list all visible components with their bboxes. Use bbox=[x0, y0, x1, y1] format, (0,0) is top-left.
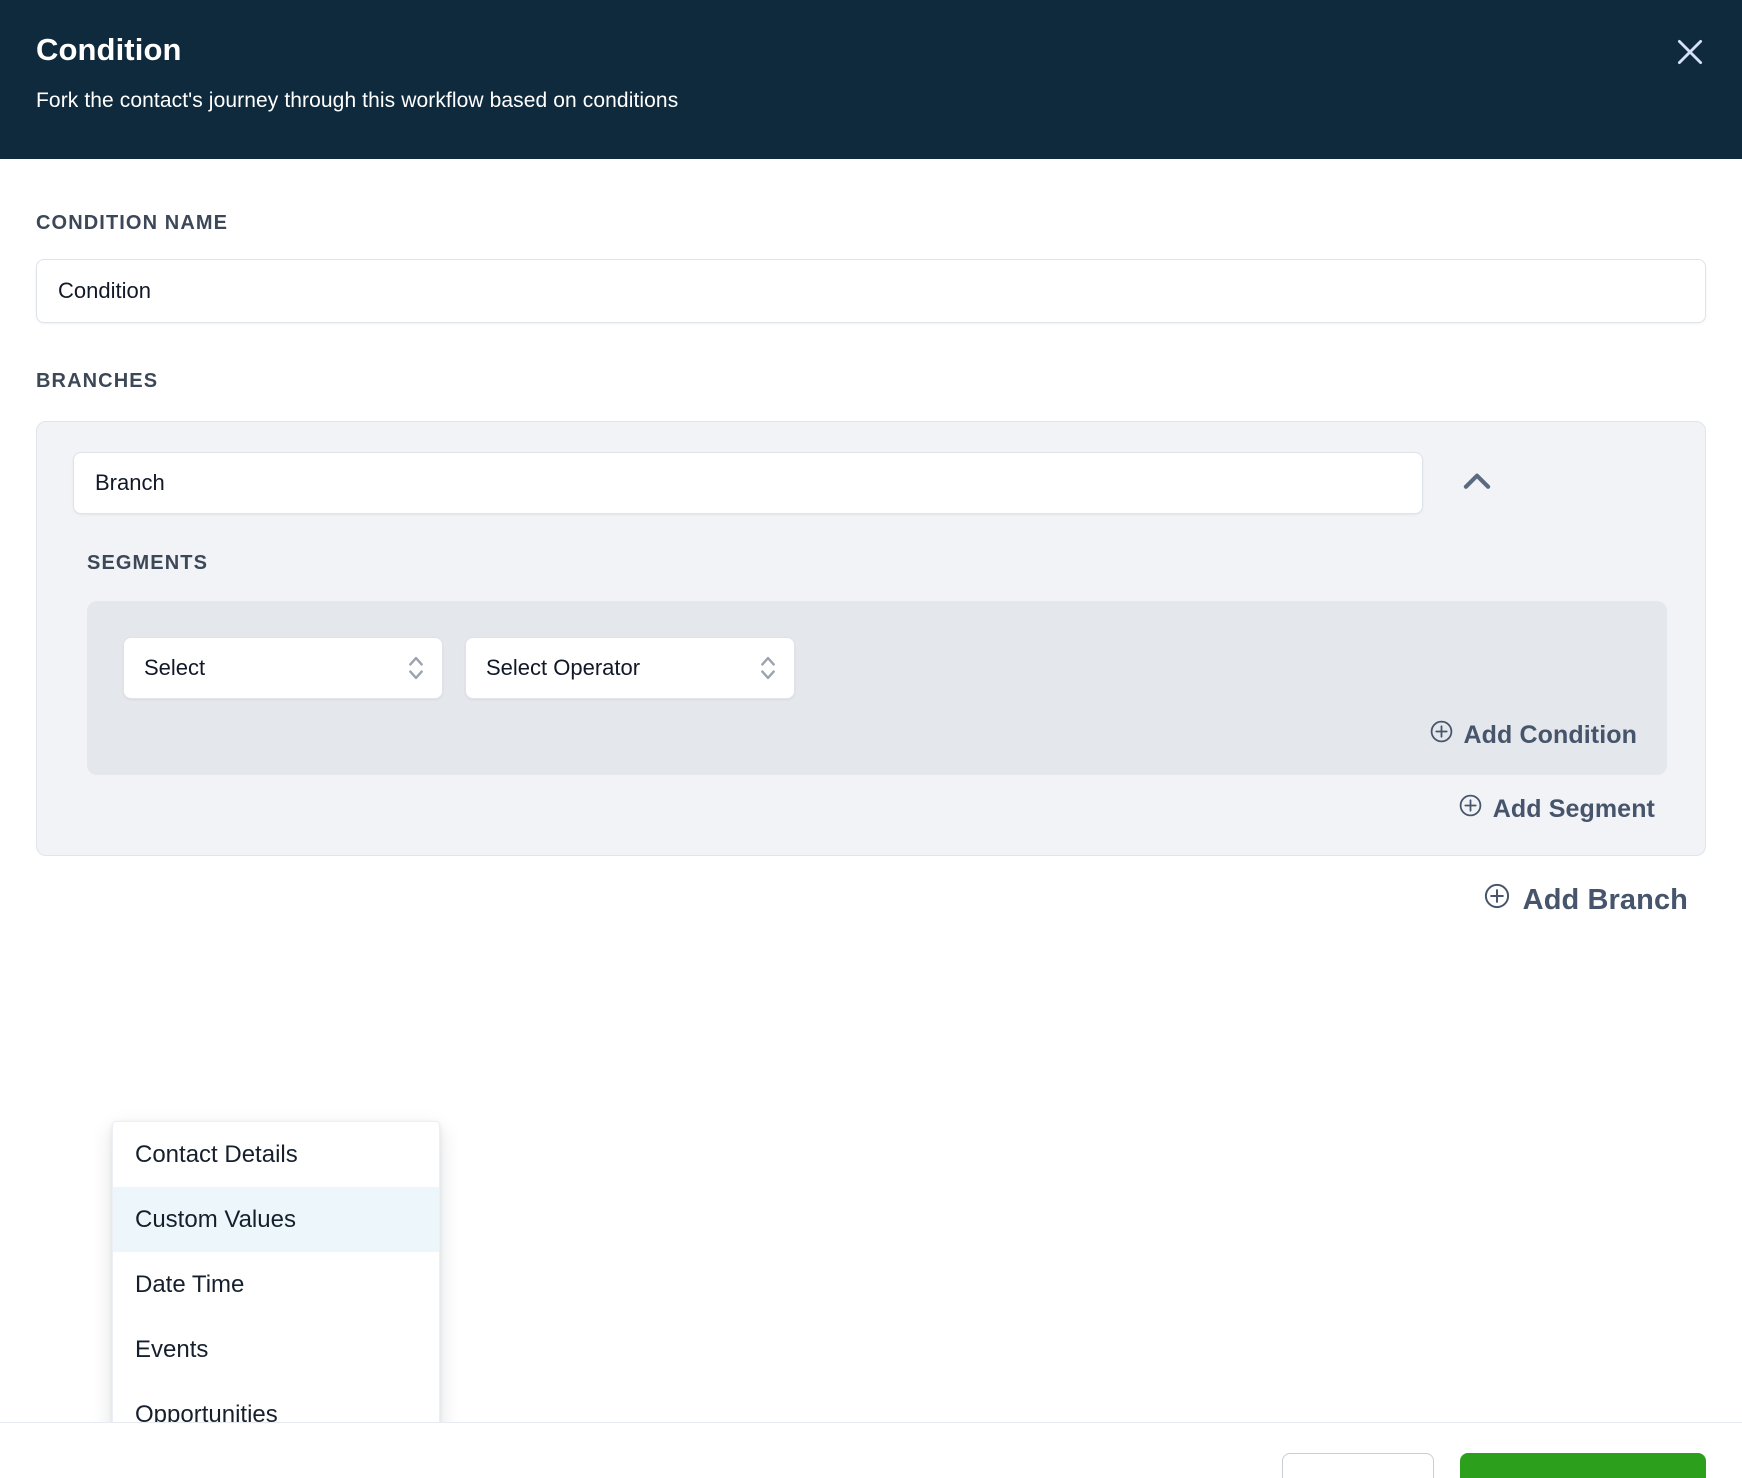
condition-name-input[interactable] bbox=[36, 259, 1706, 323]
branch-header-row bbox=[73, 452, 1675, 514]
cancel-button[interactable] bbox=[1282, 1453, 1434, 1478]
add-segment-row: Add Segment bbox=[73, 789, 1675, 829]
chevron-up-down-icon bbox=[406, 651, 426, 685]
add-branch-button[interactable]: Add Branch bbox=[1481, 878, 1690, 922]
chevron-up-icon bbox=[1458, 463, 1496, 504]
add-condition-button[interactable]: Add Condition bbox=[1427, 715, 1639, 755]
operator-select[interactable]: Select Operator bbox=[465, 637, 795, 699]
chevron-up-down-icon bbox=[758, 651, 778, 685]
add-condition-label: Add Condition bbox=[1463, 720, 1637, 749]
close-icon bbox=[1673, 35, 1707, 69]
condition-row: Select Select Operator bbox=[123, 637, 1645, 699]
save-button[interactable] bbox=[1460, 1453, 1706, 1478]
dropdown-option[interactable]: Events bbox=[113, 1317, 439, 1382]
branch-name-input[interactable] bbox=[73, 452, 1423, 514]
branch-card: SEGMENTS Select Select Ope bbox=[36, 421, 1706, 856]
add-branch-label: Add Branch bbox=[1522, 883, 1688, 916]
add-segment-button[interactable]: Add Segment bbox=[1456, 789, 1657, 829]
dropdown-option[interactable]: Custom Values bbox=[113, 1187, 439, 1252]
add-branch-row: Add Branch bbox=[36, 878, 1706, 922]
plus-circle-icon bbox=[1429, 719, 1454, 751]
operator-select-value: Select Operator bbox=[486, 655, 641, 680]
condition-name-label: CONDITION NAME bbox=[36, 212, 229, 234]
field-select-value: Select bbox=[144, 655, 206, 680]
add-segment-label: Add Segment bbox=[1492, 794, 1655, 823]
segment-box: Select Select Operator Add Condition bbox=[87, 601, 1667, 775]
field-select-dropdown[interactable]: Contact Details Custom Values Date Time … bbox=[112, 1121, 440, 1447]
close-button[interactable] bbox=[1666, 28, 1714, 76]
plus-circle-icon bbox=[1458, 793, 1483, 825]
dropdown-option[interactable]: Date Time bbox=[113, 1252, 439, 1317]
branches-label: BRANCHES bbox=[36, 370, 159, 392]
field-select[interactable]: Select bbox=[123, 637, 443, 699]
condition-modal: Condition Fork the contact's journey thr… bbox=[0, 0, 1742, 1478]
segments-label: SEGMENTS bbox=[87, 552, 209, 574]
add-condition-row: Add Condition bbox=[123, 715, 1645, 755]
branch-collapse-button[interactable] bbox=[1449, 455, 1505, 511]
modal-footer bbox=[0, 1422, 1742, 1478]
page-title: Condition bbox=[36, 32, 182, 67]
modal-subtitle: Fork the contact's journey through this … bbox=[36, 89, 679, 112]
modal-header: Condition Fork the contact's journey thr… bbox=[0, 0, 1742, 159]
plus-circle-icon bbox=[1483, 882, 1511, 918]
modal-body: CONDITION NAME BRANCHES SEGMENTS bbox=[0, 159, 1742, 1478]
dropdown-option[interactable]: Contact Details bbox=[113, 1122, 439, 1187]
